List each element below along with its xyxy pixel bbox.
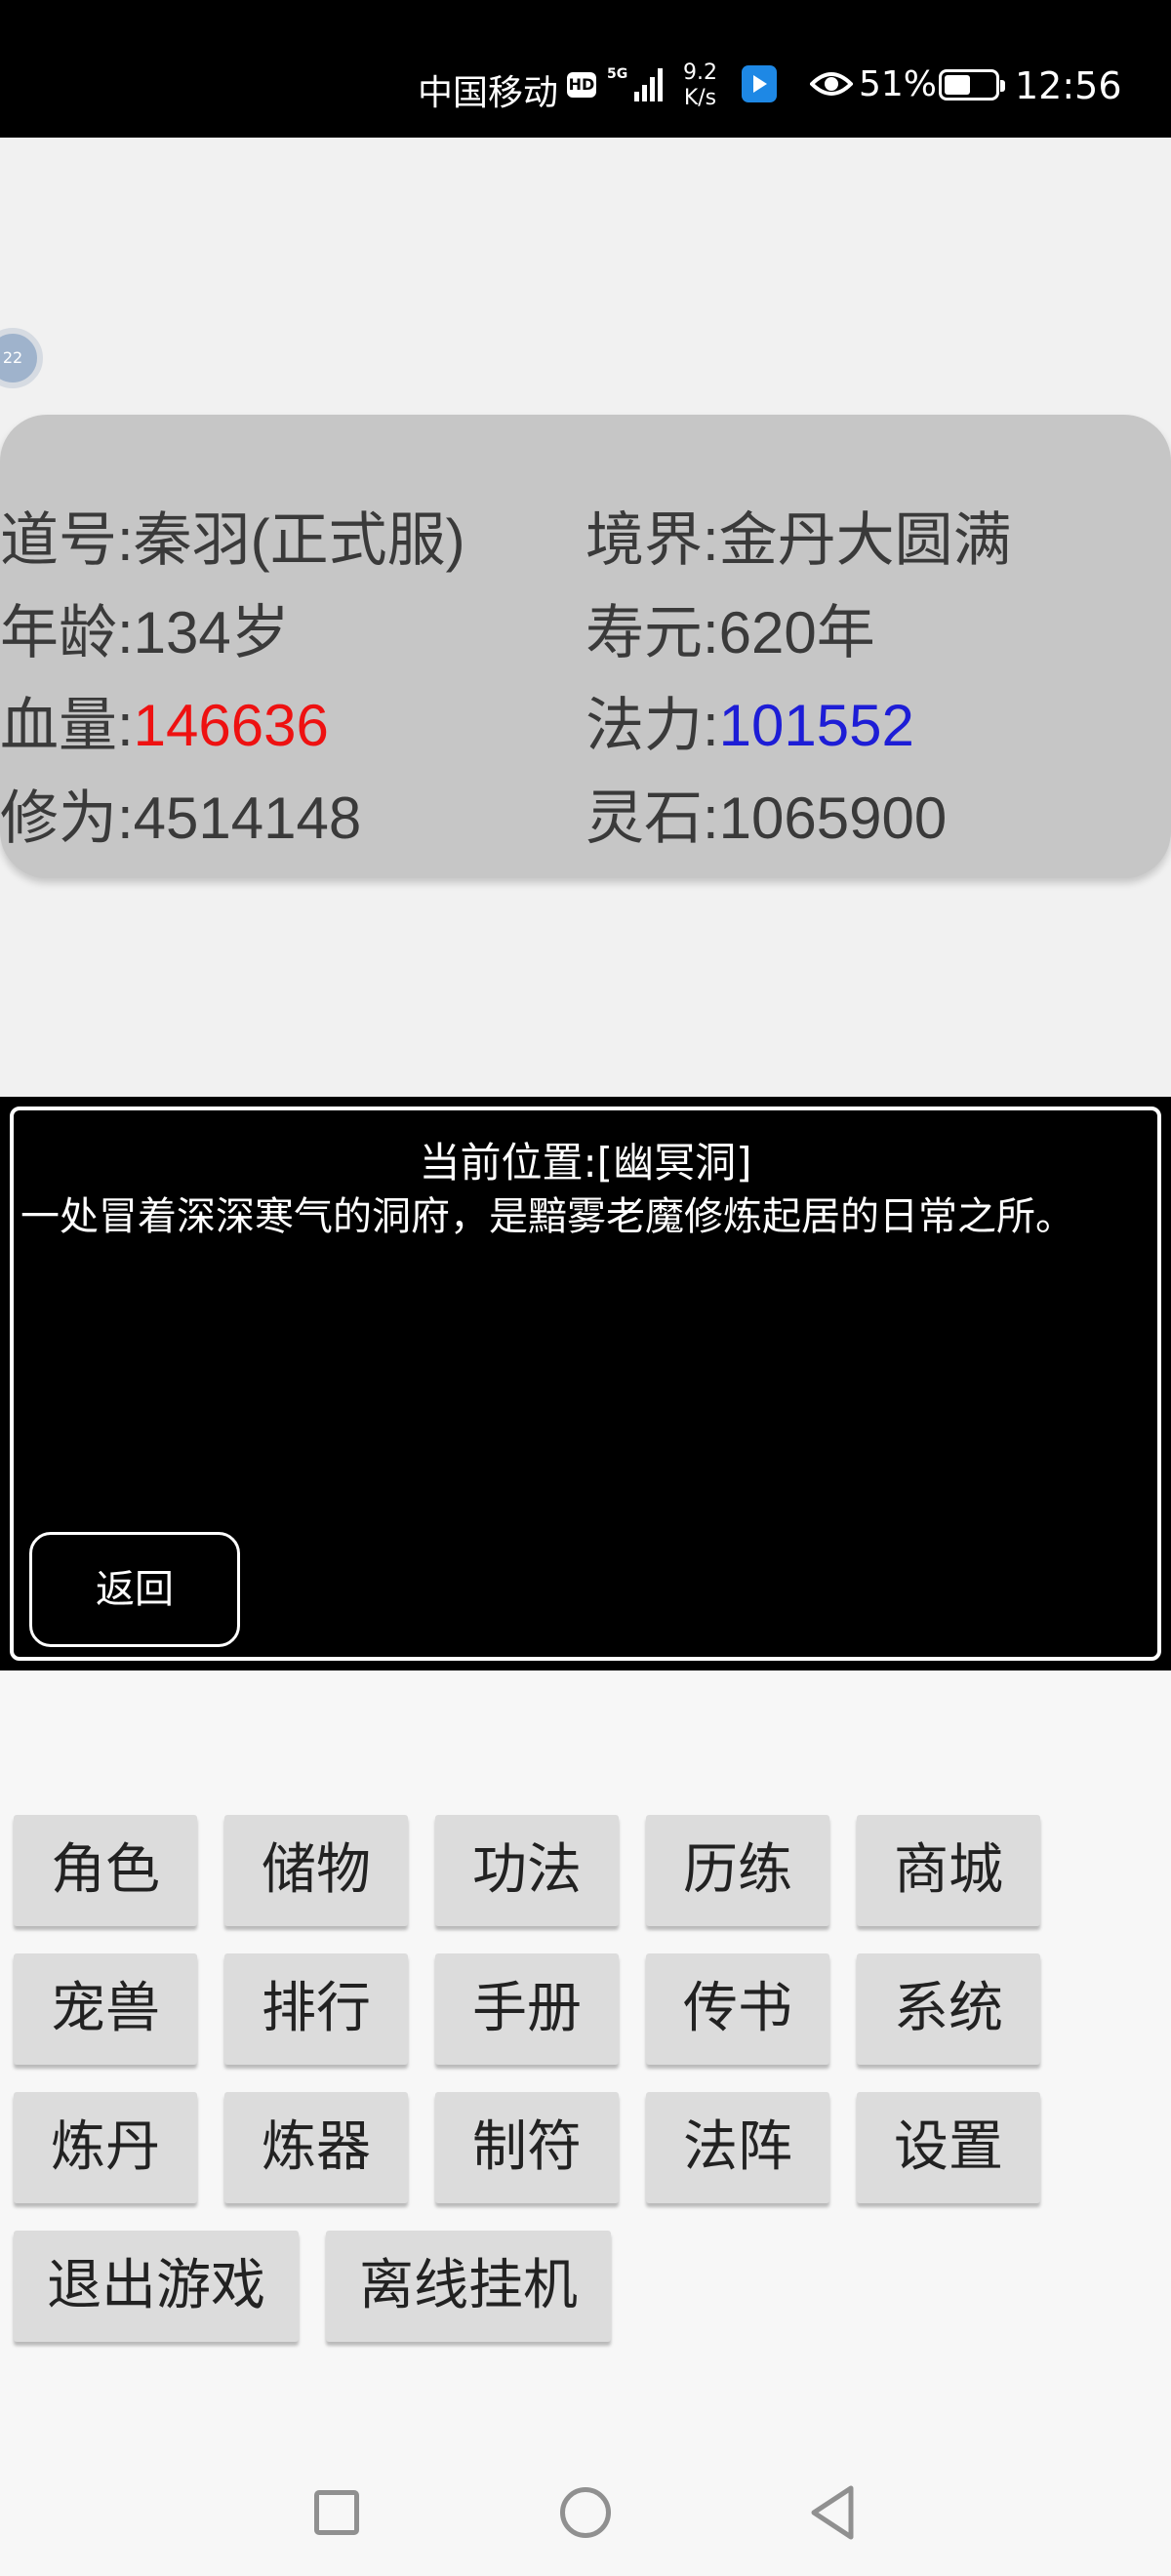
app-icon bbox=[742, 65, 777, 102]
stat-value: 1065900 bbox=[718, 785, 948, 851]
battery-fill bbox=[945, 75, 970, 95]
battery-icon bbox=[939, 69, 1005, 101]
menu-button-training[interactable]: 历练 bbox=[646, 1815, 829, 1926]
menu-button-character[interactable]: 角色 bbox=[14, 1815, 197, 1926]
stat-value: 101552 bbox=[718, 693, 914, 758]
stat-value: 134岁 bbox=[133, 600, 290, 665]
menu-button-pets[interactable]: 宠兽 bbox=[14, 1953, 197, 2065]
stat-xiuwei: 修为:4514148 bbox=[0, 771, 361, 856]
menu-button-talisman[interactable]: 制符 bbox=[435, 2092, 619, 2203]
stat-mana: 法力:101552 bbox=[586, 678, 914, 763]
home-icon[interactable] bbox=[560, 2487, 611, 2538]
character-stats-panel: 道号:秦羽(正式服) 境界:金丹大圆满 年龄:134岁 寿元:620年 血量:1… bbox=[0, 415, 1171, 878]
location-description: 一处冒着深深寒气的洞府，是黯雾老魔修炼起居的日常之所。 bbox=[20, 1194, 1074, 1239]
stat-value: 秦羽(正式服) bbox=[133, 507, 465, 573]
network-speed: 9.2 K/s bbox=[683, 60, 717, 111]
eye-icon bbox=[810, 72, 853, 96]
menu-button-alchemy[interactable]: 炼丹 bbox=[14, 2092, 197, 2203]
menu-button-ranking[interactable]: 排行 bbox=[224, 1953, 408, 2065]
location-frame: 当前位置:[幽冥洞] 一处冒着深深寒气的洞府，是黯雾老魔修炼起居的日常之所。 返… bbox=[10, 1107, 1161, 1661]
menu-button-forging[interactable]: 炼器 bbox=[224, 2092, 408, 2203]
stat-label: 修为: bbox=[0, 785, 134, 851]
menu-button-skills[interactable]: 功法 bbox=[435, 1815, 619, 1926]
speed-value: 9.2 bbox=[683, 60, 717, 85]
menu-button-settings[interactable]: 设置 bbox=[857, 2092, 1040, 2203]
menu-button-messages[interactable]: 传书 bbox=[646, 1953, 829, 2065]
menu-button-exit-game[interactable]: 退出游戏 bbox=[14, 2231, 299, 2342]
menu-button-manual[interactable]: 手册 bbox=[435, 1953, 619, 2065]
avatar-badge: 22 bbox=[2, 348, 23, 367]
stat-label: 道号: bbox=[0, 507, 134, 573]
stat-daohao: 道号:秦羽(正式服) bbox=[0, 493, 465, 578]
stat-label: 寿元: bbox=[586, 600, 719, 665]
signal-icon: 5G bbox=[607, 66, 663, 101]
floating-avatar[interactable]: 22 bbox=[0, 328, 43, 388]
menu-button-storage[interactable]: 储物 bbox=[224, 1815, 408, 1926]
stat-label: 年龄: bbox=[0, 600, 134, 665]
stat-label: 灵石: bbox=[586, 785, 719, 851]
location-title: 当前位置:[幽冥洞] bbox=[419, 1139, 752, 1187]
menu-button-formation[interactable]: 法阵 bbox=[646, 2092, 829, 2203]
stat-hp: 血量:146636 bbox=[0, 678, 329, 763]
stat-shouyuan: 寿元:620年 bbox=[586, 585, 875, 670]
menu-button-system[interactable]: 系统 bbox=[857, 1953, 1040, 2065]
stat-lingshi: 灵石:1065900 bbox=[586, 771, 947, 856]
back-button[interactable]: 返回 bbox=[29, 1532, 240, 1647]
menu-button-shop[interactable]: 商城 bbox=[857, 1815, 1040, 1926]
recent-apps-icon[interactable] bbox=[314, 2490, 359, 2535]
stat-label: 法力: bbox=[586, 693, 719, 758]
stat-age: 年龄:134岁 bbox=[0, 585, 290, 670]
stat-value: 金丹大圆满 bbox=[718, 507, 1012, 573]
clock: 12:56 bbox=[1015, 64, 1122, 107]
back-icon[interactable] bbox=[808, 2484, 857, 2541]
status-bar: 中国移动 HD 5G 9.2 K/s 51% 12:56 bbox=[0, 0, 1171, 138]
menu-button-offline-idle[interactable]: 离线挂机 bbox=[326, 2231, 611, 2342]
stat-value: 620年 bbox=[718, 600, 875, 665]
location-panel: 当前位置:[幽冥洞] 一处冒着深深寒气的洞府，是黯雾老魔修炼起居的日常之所。 返… bbox=[0, 1097, 1171, 1670]
stat-jingjie: 境界:金丹大圆满 bbox=[586, 493, 1012, 578]
stat-value: 4514148 bbox=[133, 785, 362, 851]
stat-label: 血量: bbox=[0, 693, 134, 758]
speed-unit: K/s bbox=[683, 86, 717, 110]
stat-value: 146636 bbox=[133, 693, 329, 758]
battery-percent: 51% bbox=[859, 64, 938, 104]
carrier-name: 中国移动 bbox=[418, 73, 559, 113]
network-type: 5G bbox=[607, 66, 627, 82]
stat-label: 境界: bbox=[586, 507, 719, 573]
hd-icon: HD bbox=[567, 72, 596, 98]
